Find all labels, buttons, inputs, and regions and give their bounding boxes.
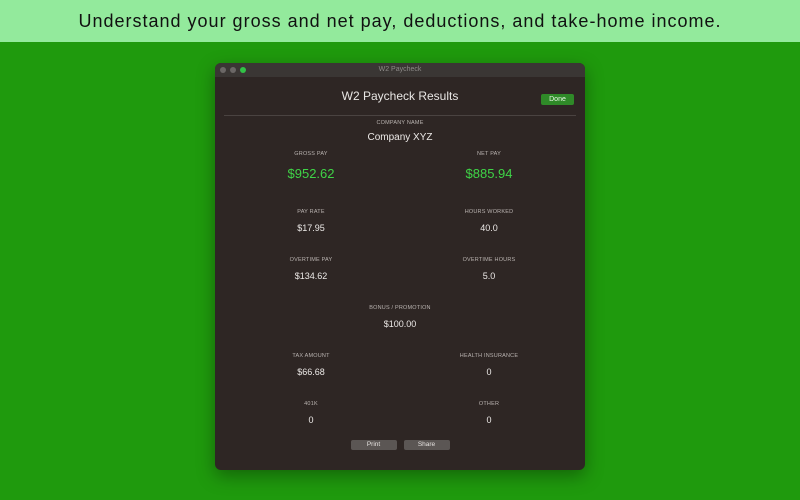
hours-worked-value: 40.0: [480, 223, 498, 233]
overtime-pay-label: OVERTIME PAY: [289, 257, 333, 263]
401k-label: 401K: [304, 401, 318, 407]
header-divider: [224, 115, 576, 116]
tax-amount-value: $66.68: [297, 367, 325, 377]
bonus-value: $100.00: [383, 319, 417, 329]
window-title: W2 Paycheck: [378, 66, 422, 73]
pay-rate-label: PAY RATE: [297, 209, 325, 215]
other-field: OTHER 0: [399, 401, 579, 425]
pay-rate-field: PAY RATE $17.95: [221, 209, 401, 233]
paycheck-window: W2 Paycheck W2 Paycheck Results Done COM…: [215, 63, 585, 470]
tax-amount-label: TAX AMOUNT: [292, 353, 330, 359]
overtime-hours-field: OVERTIME HOURS 5.0: [399, 257, 579, 281]
401k-value: 0: [308, 415, 314, 425]
gross-pay-value: $952.62: [287, 166, 335, 181]
net-pay-label: NET PAY: [476, 151, 502, 157]
other-label: OTHER: [478, 401, 500, 407]
net-pay-field: NET PAY $885.94: [399, 151, 579, 181]
bonus-field: BONUS / PROMOTION $100.00: [310, 305, 490, 329]
share-button[interactable]: Share: [403, 440, 450, 450]
hours-worked-label: HOURS WORKED: [464, 209, 514, 215]
net-pay-value: $885.94: [465, 166, 513, 181]
title-bar: W2 Paycheck: [215, 63, 585, 77]
promo-banner-text: Understand your gross and net pay, deduc…: [78, 10, 722, 31]
overtime-pay-field: OVERTIME PAY $134.62: [221, 257, 401, 281]
action-buttons: Print Share: [215, 440, 585, 450]
company-label: COMPANY NAME: [376, 120, 424, 126]
health-insurance-label: HEALTH INSURANCE: [459, 353, 519, 359]
bonus-label: BONUS / PROMOTION: [369, 305, 431, 311]
overtime-hours-value: 5.0: [482, 271, 496, 281]
results-header: W2 Paycheck Results Done: [215, 77, 585, 113]
gross-pay-field: GROSS PAY $952.62: [221, 151, 401, 181]
overtime-hours-label: OVERTIME HOURS: [462, 257, 516, 263]
other-value: 0: [486, 415, 492, 425]
401k-field: 401K 0: [221, 401, 401, 425]
pay-rate-value: $17.95: [297, 223, 325, 233]
health-insurance-field: HEALTH INSURANCE 0: [399, 353, 579, 377]
gross-pay-label: GROSS PAY: [294, 151, 328, 157]
page-title: W2 Paycheck Results: [341, 89, 459, 103]
done-button[interactable]: Done: [541, 94, 574, 105]
company-value: Company XYZ: [367, 132, 433, 143]
print-button[interactable]: Print: [350, 440, 397, 450]
overtime-pay-value: $134.62: [294, 271, 328, 281]
health-insurance-value: 0: [486, 367, 492, 377]
hours-worked-field: HOURS WORKED 40.0: [399, 209, 579, 233]
promo-banner: Understand your gross and net pay, deduc…: [0, 0, 800, 42]
tax-amount-field: TAX AMOUNT $66.68: [221, 353, 401, 377]
company-field: COMPANY NAME Company XYZ: [310, 120, 490, 143]
